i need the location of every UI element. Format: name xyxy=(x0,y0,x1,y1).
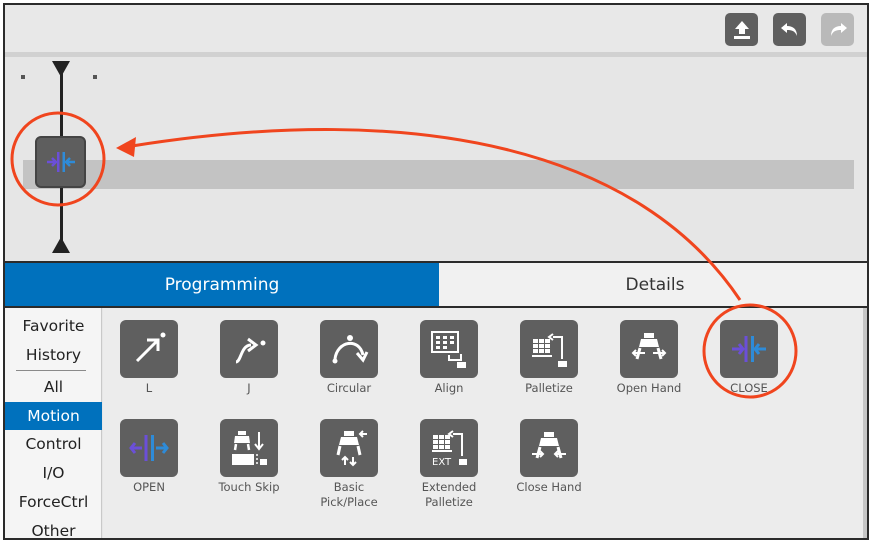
category-other[interactable]: Other xyxy=(5,517,102,538)
command-icon-tile xyxy=(520,320,578,378)
palette-scrollbar[interactable] xyxy=(863,308,867,538)
command-icon-tile xyxy=(620,320,678,378)
program-editor-window: Programming Details Favorite History All… xyxy=(3,3,869,540)
command-circular[interactable]: Circular xyxy=(306,320,392,396)
command-touch-skip[interactable]: Touch Skip xyxy=(206,419,292,495)
category-io[interactable]: I/O xyxy=(5,459,102,487)
command-icon-tile xyxy=(220,320,278,378)
command-icon-tile xyxy=(120,320,178,378)
command-close-hand[interactable]: Close Hand xyxy=(506,419,592,495)
open-hand-icon xyxy=(631,333,667,360)
command-icon-tile xyxy=(220,419,278,477)
circular-move-icon xyxy=(332,335,369,364)
open-gripper-icon xyxy=(129,435,169,461)
extended-palletize-icon: EXT xyxy=(432,430,467,468)
command-basic-pick-place[interactable]: Basic Pick/Place xyxy=(306,419,392,510)
command-icon-tile xyxy=(320,320,378,378)
close-gripper-icon xyxy=(732,336,766,362)
command-open-hand[interactable]: Open Hand xyxy=(606,320,692,396)
joint-move-icon xyxy=(235,337,266,364)
linear-move-icon xyxy=(135,332,166,363)
program-timeline[interactable] xyxy=(5,57,867,261)
command-icon-tile: EXT xyxy=(420,419,478,477)
command-icon-tile xyxy=(420,320,478,378)
tab-programming[interactable]: Programming xyxy=(5,263,439,306)
ext-badge: EXT xyxy=(432,457,452,468)
command-label: OPEN xyxy=(133,480,165,494)
close-gripper-icon xyxy=(46,152,75,172)
command-icon-tile xyxy=(120,419,178,477)
category-favorite[interactable]: Favorite xyxy=(5,312,102,340)
panel-tabs: Programming Details xyxy=(5,261,867,308)
command-label: Touch Skip xyxy=(218,480,280,494)
timeline-command-block-close[interactable] xyxy=(35,136,86,188)
align-icon xyxy=(431,331,466,368)
command-close[interactable]: CLOSE xyxy=(706,320,792,396)
category-forcectrl[interactable]: ForceCtrl xyxy=(5,488,102,516)
command-label: CLOSE xyxy=(730,381,768,395)
tab-details[interactable]: Details xyxy=(439,263,867,306)
command-icon-tile xyxy=(720,320,778,378)
undo-icon xyxy=(780,22,797,36)
category-divider xyxy=(16,370,86,371)
timeline-marker-dot xyxy=(21,75,25,79)
timeline-marker-dot xyxy=(93,75,97,79)
category-control[interactable]: Control xyxy=(5,430,102,458)
command-l[interactable]: L xyxy=(106,320,192,396)
command-label: Circular xyxy=(326,381,372,395)
redo-icon xyxy=(830,22,847,36)
timeline-track[interactable] xyxy=(23,160,854,189)
category-all[interactable]: All xyxy=(5,373,102,401)
command-category-list: Favorite History All Motion Control I/O … xyxy=(5,308,102,538)
redo-button[interactable] xyxy=(821,13,854,46)
command-label: L xyxy=(145,381,153,395)
category-motion[interactable]: Motion xyxy=(5,402,102,430)
command-label: Palletize xyxy=(525,381,573,395)
command-j[interactable]: J xyxy=(206,320,292,396)
timeline-cursor-top-handle[interactable] xyxy=(52,61,70,77)
upload-icon xyxy=(733,20,750,39)
command-label: J xyxy=(247,381,251,395)
command-icon-tile xyxy=(520,419,578,477)
command-label: Open Hand xyxy=(616,381,682,395)
touch-skip-icon xyxy=(232,431,267,466)
command-align[interactable]: Align xyxy=(406,320,492,396)
command-icon-tile xyxy=(320,419,378,477)
undo-button[interactable] xyxy=(773,13,806,46)
close-hand-icon xyxy=(532,432,566,459)
command-label: Align xyxy=(434,381,464,395)
palletize-icon xyxy=(532,333,567,367)
basic-pick-place-icon xyxy=(336,430,367,467)
command-extended-palletize[interactable]: EXT Extended Palletize xyxy=(406,419,492,510)
upload-button[interactable] xyxy=(725,13,758,46)
command-palette: L J Circular Align Palletize Open Hand C… xyxy=(103,308,865,538)
command-label: Extended Palletize xyxy=(421,480,477,509)
timeline-cursor-bottom-handle[interactable] xyxy=(52,237,70,253)
category-history[interactable]: History xyxy=(5,341,102,369)
command-open[interactable]: OPEN xyxy=(106,419,192,495)
command-palletize[interactable]: Palletize xyxy=(506,320,592,396)
command-label: Basic Pick/Place xyxy=(320,480,378,509)
top-toolbar xyxy=(5,5,867,52)
command-label: Close Hand xyxy=(516,480,582,494)
